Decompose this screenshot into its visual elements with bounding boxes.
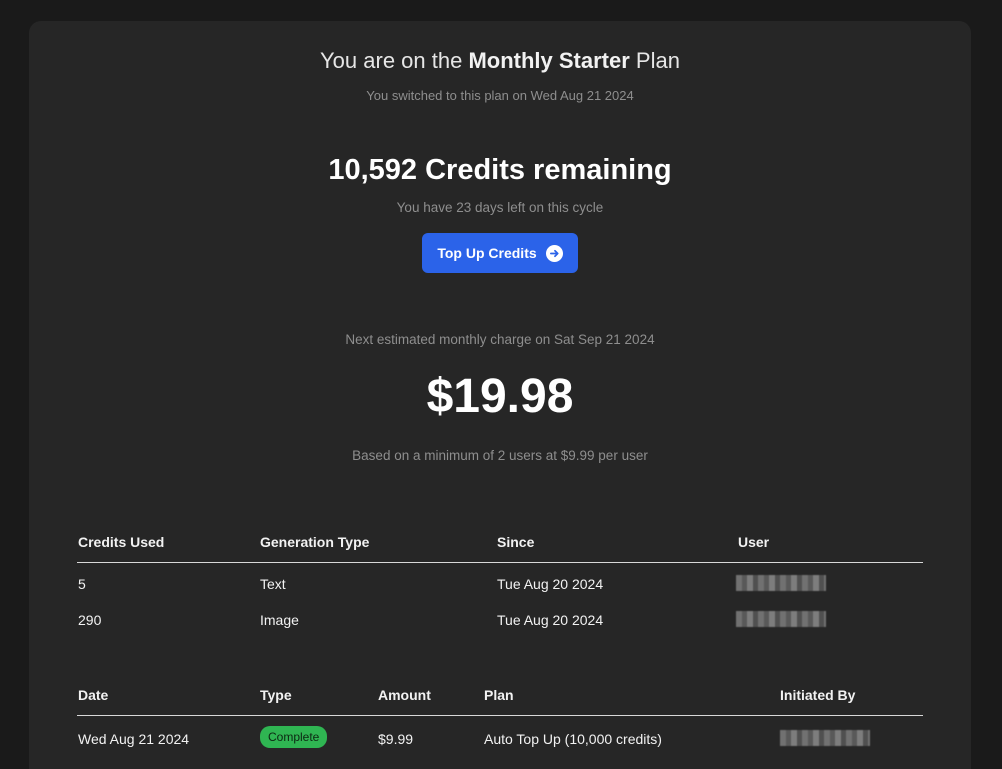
since-cell: Tue Aug 20 2024	[497, 612, 604, 628]
plan-cell: Auto Top Up (10,000 credits)	[484, 731, 662, 747]
table-row: Wed Aug 21 2024 Complete $9.99 Auto Top …	[77, 720, 923, 756]
top-up-credits-button[interactable]: Top Up Credits	[422, 233, 578, 273]
credits-used-cell: 290	[78, 612, 102, 628]
plan-heading-prefix: You are on the	[320, 48, 469, 73]
transactions-table-header: Date Type Amount Plan Initiated By	[77, 680, 923, 716]
arrow-right-circle-icon	[545, 244, 563, 262]
column-header-amount: Amount	[378, 687, 431, 703]
column-header-since: Since	[497, 534, 535, 550]
column-header-credits-used: Credits Used	[78, 534, 165, 550]
generation-type-cell: Image	[260, 612, 299, 628]
next-charge-text: Next estimated monthly charge on Sat Sep…	[345, 332, 655, 347]
generation-type-cell: Text	[260, 576, 286, 592]
initiated-by-cell-redacted	[780, 730, 870, 749]
redacted-user-name	[736, 611, 826, 627]
usage-table-header: Credits Used Generation Type Since User	[77, 527, 923, 563]
table-row: 5 Text Tue Aug 20 2024	[77, 565, 923, 601]
usage-table: Credits Used Generation Type Since User …	[77, 527, 923, 637]
cycle-days-text: You have 23 days left on this cycle	[396, 200, 604, 215]
column-header-user: User	[738, 534, 770, 550]
plan-card: You are on the Monthly Starter Plan You …	[29, 21, 971, 769]
column-header-initiated-by: Initiated By	[780, 687, 856, 703]
top-up-credits-label: Top Up Credits	[437, 245, 537, 261]
plan-name: Monthly Starter	[468, 48, 630, 73]
redacted-user-name	[780, 730, 870, 746]
user-cell-redacted	[736, 575, 826, 594]
user-cell-redacted	[736, 611, 826, 630]
credits-used-cell: 5	[78, 576, 86, 592]
table-row: 290 Image Tue Aug 20 2024	[77, 601, 923, 637]
status-badge: Complete	[260, 726, 328, 748]
column-header-generation-type: Generation Type	[260, 534, 370, 550]
charge-amount: $19.98	[426, 370, 574, 423]
column-header-date: Date	[78, 687, 109, 703]
since-cell: Tue Aug 20 2024	[497, 576, 604, 592]
column-header-type: Type	[260, 687, 292, 703]
date-cell: Wed Aug 21 2024	[78, 731, 190, 747]
charge-basis-text: Based on a minimum of 2 users at $9.99 p…	[352, 448, 648, 463]
amount-cell: $9.99	[378, 731, 414, 747]
plan-switched-text: You switched to this plan on Wed Aug 21 …	[366, 88, 634, 103]
plan-heading-suffix: Plan	[629, 48, 680, 73]
credits-remaining-title: 10,592 Credits remaining	[328, 154, 672, 186]
transactions-table: Date Type Amount Plan Initiated By Wed A…	[77, 680, 923, 756]
plan-heading: You are on the Monthly Starter Plan	[29, 48, 971, 74]
column-header-plan: Plan	[484, 687, 514, 703]
status-badge-label: Complete	[260, 726, 328, 748]
redacted-user-name	[736, 575, 826, 591]
